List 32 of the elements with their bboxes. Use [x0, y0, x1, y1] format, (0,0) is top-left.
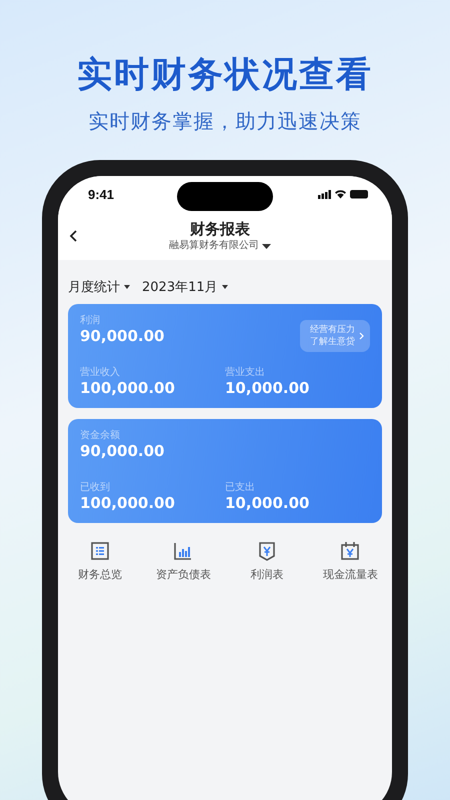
report-shortcut[interactable]: 现金流量表: [308, 541, 392, 582]
bar-chart-icon: [173, 541, 194, 561]
chevron-right-icon: [359, 332, 364, 340]
metric-value: 10,000.00: [225, 379, 310, 398]
metric-label: 已支出: [225, 481, 256, 494]
yen-calendar-icon: [340, 541, 360, 561]
caret-down-icon: [262, 244, 271, 248]
metric-label: 资金余额: [80, 429, 121, 442]
metric-value: 100,000.00: [80, 494, 176, 513]
subheadline: 实时财务掌握，助力迅速决策: [88, 108, 362, 134]
metric-label: 营业支出: [225, 366, 266, 379]
report-shortcut[interactable]: 财务总览: [58, 541, 142, 582]
metric-value: 90,000.00: [80, 442, 164, 461]
metric-value: 90,000.00: [80, 327, 164, 346]
filter-dropdown[interactable]: 月度统计: [68, 278, 130, 296]
metric-value: 100,000.00: [80, 379, 176, 398]
status-icons: [318, 189, 370, 199]
metric-label: 已收到: [80, 481, 111, 494]
caret-down-icon: [222, 285, 228, 289]
list-icon: [90, 541, 110, 561]
metric-value: 10,000.00: [225, 494, 310, 513]
status-time: 9:41: [88, 186, 114, 202]
page-title: 财务报表: [190, 219, 250, 239]
company-selector[interactable]: 融易算财务有限公司: [169, 239, 271, 253]
headline: 实时财务状况查看: [77, 54, 373, 97]
yen-document-icon: [256, 541, 277, 561]
report-shortcut[interactable]: 资产负债表: [142, 541, 225, 582]
metric-label: 利润: [80, 314, 101, 327]
report-shortcut[interactable]: 利润表: [225, 541, 308, 582]
metric-label: 营业收入: [80, 366, 121, 379]
filter-dropdown[interactable]: 2023年11月: [142, 278, 228, 296]
caret-down-icon: [124, 285, 130, 289]
